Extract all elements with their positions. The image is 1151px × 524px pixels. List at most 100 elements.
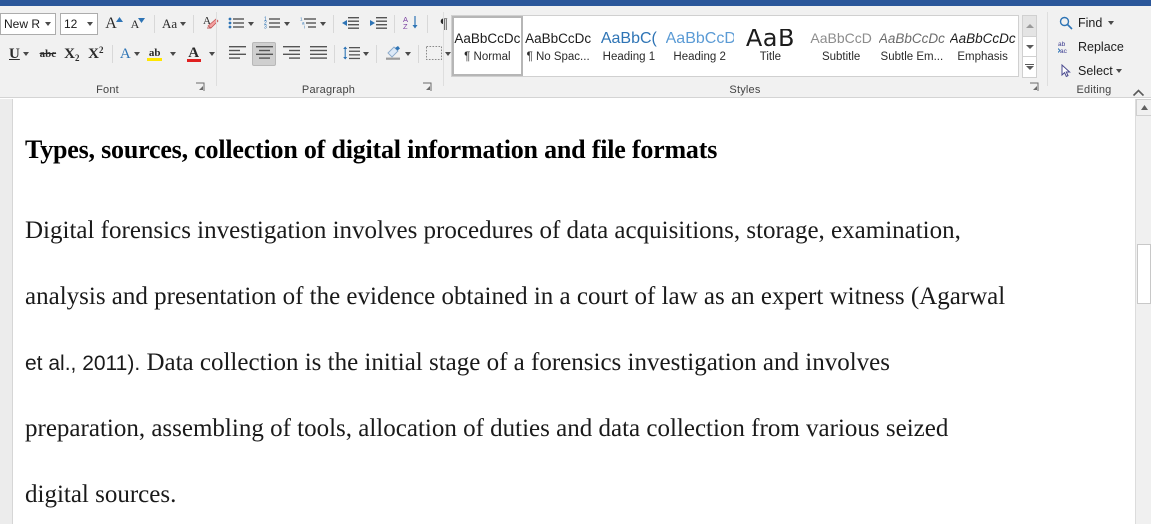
bullets-icon (228, 16, 245, 33)
document-line-4: preparation, assembling of tools, alloca… (25, 415, 949, 442)
styles-scroll-up-button[interactable] (1022, 15, 1037, 37)
underline-icon: U (9, 45, 20, 62)
shrink-font-button[interactable]: A (126, 12, 150, 36)
style-item-heading-2[interactable]: AaBbCcD Heading 2 (664, 16, 735, 76)
bullets-button[interactable] (225, 12, 257, 36)
sort-button[interactable]: A Z (399, 12, 423, 36)
decrease-indent-button[interactable] (338, 12, 362, 36)
font-color-swatch (186, 58, 201, 62)
style-item-no-spacing[interactable]: AaBbCcDc ¶ No Spac... (523, 16, 594, 76)
scroll-up-arrow-button[interactable] (1136, 99, 1151, 116)
multilevel-list-button[interactable]: 1 a i (297, 12, 329, 36)
find-button[interactable]: Find (1055, 12, 1116, 34)
document-page[interactable]: Types, sources, collection of digital in… (12, 99, 1139, 524)
styles-gallery-scroll (1022, 15, 1037, 79)
ribbon: New Ro 12 A A Aa (0, 6, 1151, 98)
shading-button[interactable] (381, 42, 414, 66)
paragraph-group-row-2 (225, 42, 454, 66)
style-name: Subtitle (821, 51, 861, 63)
align-left-icon (228, 46, 246, 62)
text-effects-button[interactable]: A (117, 42, 143, 66)
style-preview: AaBbCcD (665, 30, 734, 47)
search-icon (1057, 16, 1075, 30)
strikethrough-button[interactable]: abc (36, 42, 60, 66)
document-area[interactable]: Types, sources, collection of digital in… (0, 99, 1151, 524)
styles-gallery[interactable]: AaBbCcDc ¶ Normal AaBbCcDc ¶ No Spac... … (451, 15, 1019, 77)
document-line-5: digital sources. (25, 481, 177, 508)
style-item-title[interactable]: AaB Title (735, 16, 806, 76)
svg-text:Z: Z (403, 22, 408, 30)
style-preview: AaBbC( (600, 30, 657, 47)
font-name-dropdown-icon[interactable] (40, 14, 55, 34)
superscript-button[interactable]: X2 (84, 42, 108, 66)
document-line-3-citation: et al., 2011). (25, 352, 141, 375)
numbering-button[interactable]: 1 2 3 (261, 12, 293, 36)
font-color-button[interactable]: A (182, 42, 206, 66)
align-center-icon (255, 46, 273, 62)
font-row2-separator (111, 45, 113, 63)
vertical-scrollbar[interactable] (1135, 99, 1151, 524)
paragraph-row1-separator (333, 15, 334, 33)
styles-more-button[interactable] (1022, 56, 1037, 79)
font-row1-separator-2 (193, 15, 195, 33)
styles-dialog-launcher[interactable] (1029, 82, 1041, 94)
justify-icon (309, 46, 327, 62)
align-center-button[interactable] (252, 42, 276, 66)
font-size-combo[interactable]: 12 (60, 13, 98, 35)
change-case-button[interactable]: Aa (159, 12, 189, 36)
select-label: Select (1078, 64, 1113, 78)
grow-font-button[interactable]: A (102, 12, 126, 36)
svg-text:ab: ab (1058, 41, 1066, 48)
style-item-subtle-emphasis[interactable]: AaBbCcDc Subtle Em... (877, 16, 948, 76)
collapse-ribbon-button[interactable] (1130, 86, 1146, 100)
style-preview: AaBbCcD (810, 30, 872, 46)
style-name: Subtle Em... (880, 51, 944, 63)
triangle-up-icon (1140, 105, 1148, 110)
style-item-heading-1[interactable]: AaBbC( Heading 1 (594, 16, 665, 76)
svg-text:3: 3 (264, 24, 267, 30)
strikethrough-icon: abc (39, 48, 57, 60)
font-name-combo[interactable]: New Ro (0, 13, 56, 35)
underline-button[interactable]: U (6, 42, 32, 66)
ribbon-group-paragraph: 1 2 3 1 a i A Z Paragraph (217, 6, 451, 98)
select-button[interactable]: Select (1055, 60, 1124, 82)
replace-button[interactable]: ab ac Replace (1055, 36, 1126, 58)
align-right-button[interactable] (279, 42, 303, 66)
numbering-icon: 1 2 3 (264, 16, 281, 33)
justify-button[interactable] (306, 42, 330, 66)
document-line-3-body: Data collection is the initial stage of … (140, 349, 890, 376)
style-item-normal[interactable]: AaBbCcDc ¶ Normal (452, 16, 523, 76)
editing-group-label: Editing (1076, 84, 1112, 96)
line-spacing-icon (342, 46, 360, 63)
document-line-1: Digital forensics investigation involves… (25, 217, 961, 244)
line-spacing-button[interactable] (339, 42, 372, 66)
styles-scroll-down-button[interactable] (1022, 35, 1037, 58)
increase-indent-button[interactable] (366, 12, 390, 36)
paragraph-dialog-launcher[interactable] (422, 82, 434, 94)
scroll-thumb[interactable] (1137, 244, 1151, 304)
more-styles-icon (1025, 64, 1034, 71)
subscript-button[interactable]: X2 (60, 42, 84, 66)
font-size-dropdown-icon[interactable] (82, 14, 97, 34)
style-name: ¶ Normal (464, 51, 511, 63)
align-left-button[interactable] (225, 42, 249, 66)
font-row1-separator (154, 15, 155, 33)
text-highlight-button[interactable]: ab (143, 42, 167, 66)
word-window: New Ro 12 A A Aa (0, 0, 1151, 524)
ribbon-group-editing: Find ab ac Replace Select Editing (1049, 6, 1139, 98)
font-dialog-launcher[interactable] (195, 82, 207, 94)
paragraph-group-row-1: 1 2 3 1 a i A Z (225, 12, 456, 36)
style-name: Heading 1 (602, 51, 656, 63)
font-color-dropdown-icon[interactable] (208, 52, 215, 56)
style-preview: AaBbCcDc (525, 31, 592, 46)
style-item-emphasis[interactable]: AaBbCcDc Emphasis (947, 16, 1018, 76)
style-item-subtitle[interactable]: AaBbCcD Subtitle (806, 16, 877, 76)
select-dropdown-icon[interactable] (1115, 69, 1122, 73)
find-dropdown-icon[interactable] (1108, 21, 1115, 25)
highlight-dropdown-icon[interactable] (169, 52, 176, 56)
style-name: ¶ No Spac... (526, 51, 590, 63)
increase-indent-icon (369, 16, 387, 33)
style-preview: AaBbCcDc (949, 31, 1016, 46)
svg-text:i: i (304, 24, 305, 29)
multilevel-list-icon: 1 a i (300, 16, 317, 33)
